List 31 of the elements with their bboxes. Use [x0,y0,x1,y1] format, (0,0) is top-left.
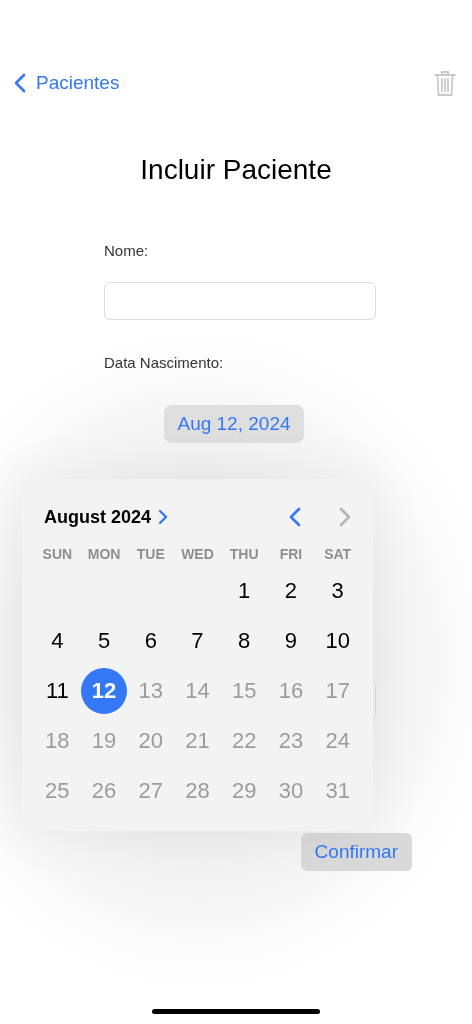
weekday-label: THU [229,546,259,562]
calendar-day[interactable]: 5 [81,618,128,664]
back-icon [14,73,26,93]
birth-date-label: Data Nascimento: [104,354,225,371]
calendar-day[interactable]: 7 [174,618,221,664]
weekday-label: TUE [136,546,165,562]
calendar-day[interactable]: 11 [34,668,81,714]
back-button[interactable]: Pacientes [14,72,120,94]
confirm-button[interactable]: Confirmar [300,833,412,871]
trash-icon[interactable] [434,69,456,97]
weekday-label: WED [181,546,214,562]
weekday-label: FRI [279,546,303,562]
weekday-label: SAT [324,546,352,562]
calendar-day[interactable]: 2 [267,568,314,614]
previous-month-icon[interactable] [289,507,301,527]
calendar-day[interactable]: 3 [314,568,361,614]
calendar-day[interactable]: 6 [127,618,174,664]
calendar-day[interactable]: 10 [314,618,361,664]
date-button[interactable]: Aug 12, 2024 [164,405,304,443]
weekday-label: SUN [42,546,73,562]
name-field[interactable] [104,282,376,320]
calendar-day[interactable]: 9 [267,618,314,664]
calendar-day[interactable]: 4 [34,618,81,664]
chevron-icon [158,509,169,525]
month-button[interactable]: August 2024 [44,506,152,528]
name-label: Nome: [104,242,150,259]
weekday-label: MON [87,546,121,562]
calendar-day[interactable]: 1 [221,568,268,614]
page-title: Incluir Paciente [139,154,333,186]
calendar-day[interactable]: 8 [221,618,268,664]
calendar-day[interactable]: 12 [81,668,128,714]
